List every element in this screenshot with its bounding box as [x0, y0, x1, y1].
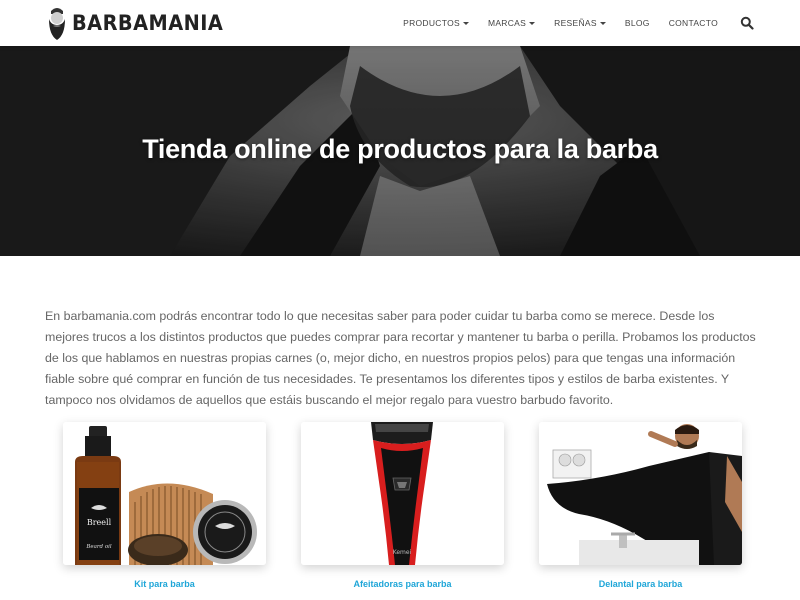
main-nav: PRODUCTOS MARCAS RESEÑAS BLOG CONTACTO — [403, 0, 800, 46]
caret-down-icon — [462, 21, 469, 25]
nav-item-marcas[interactable]: MARCAS — [487, 18, 536, 28]
brand-name: BARBAMANIA — [72, 11, 224, 35]
navbar: BARBAMANIA PRODUCTOS MARCAS RESEÑAS BLOG… — [0, 0, 800, 46]
shaver-brand-text: Kemei — [393, 549, 412, 556]
nav-item-label: PRODUCTOS — [403, 18, 460, 28]
search-icon[interactable] — [740, 16, 754, 30]
nav-item-resenas[interactable]: RESEÑAS — [554, 18, 606, 28]
bearded-man-icon — [49, 8, 65, 40]
product-card-apron[interactable] — [539, 422, 742, 565]
caret-down-icon — [599, 21, 606, 25]
nav-item-label: RESEÑAS — [554, 18, 597, 28]
nav-item-productos[interactable]: PRODUCTOS — [403, 18, 469, 28]
intro-paragraph: En barbamania.com podrás encontrar todo … — [45, 309, 756, 407]
bottle-brand-text: Breell — [87, 518, 112, 527]
brand-logo[interactable]: BARBAMANIA — [46, 4, 236, 42]
nav-item-contacto[interactable]: CONTACTO — [669, 18, 718, 28]
beard-kit-image: Breell Beard oil — [63, 422, 266, 565]
card-link-shavers[interactable]: Afeitadoras para barba — [301, 579, 504, 589]
caret-down-icon — [529, 21, 536, 25]
nav-item-blog[interactable]: BLOG — [625, 18, 650, 28]
nav-item-label: BLOG — [624, 18, 650, 28]
nav-item-label: MARCAS — [487, 18, 527, 28]
electric-shaver-image: Kemei — [301, 422, 504, 565]
hero-banner: Tienda online de productos para la barba — [0, 46, 800, 256]
card-link-kit[interactable]: Kit para barba — [63, 579, 266, 589]
nav-item-label: CONTACTO — [668, 18, 718, 28]
card-link-apron[interactable]: Delantal para barba — [539, 579, 742, 589]
product-card-kit[interactable]: Breell Beard oil — [63, 422, 266, 565]
bottle-subtext: Beard oil — [85, 544, 112, 550]
beard-apron-image — [539, 422, 742, 565]
product-card-shavers[interactable]: Kemei — [301, 422, 504, 565]
hero-title: Tienda online de productos para la barba — [142, 134, 658, 164]
